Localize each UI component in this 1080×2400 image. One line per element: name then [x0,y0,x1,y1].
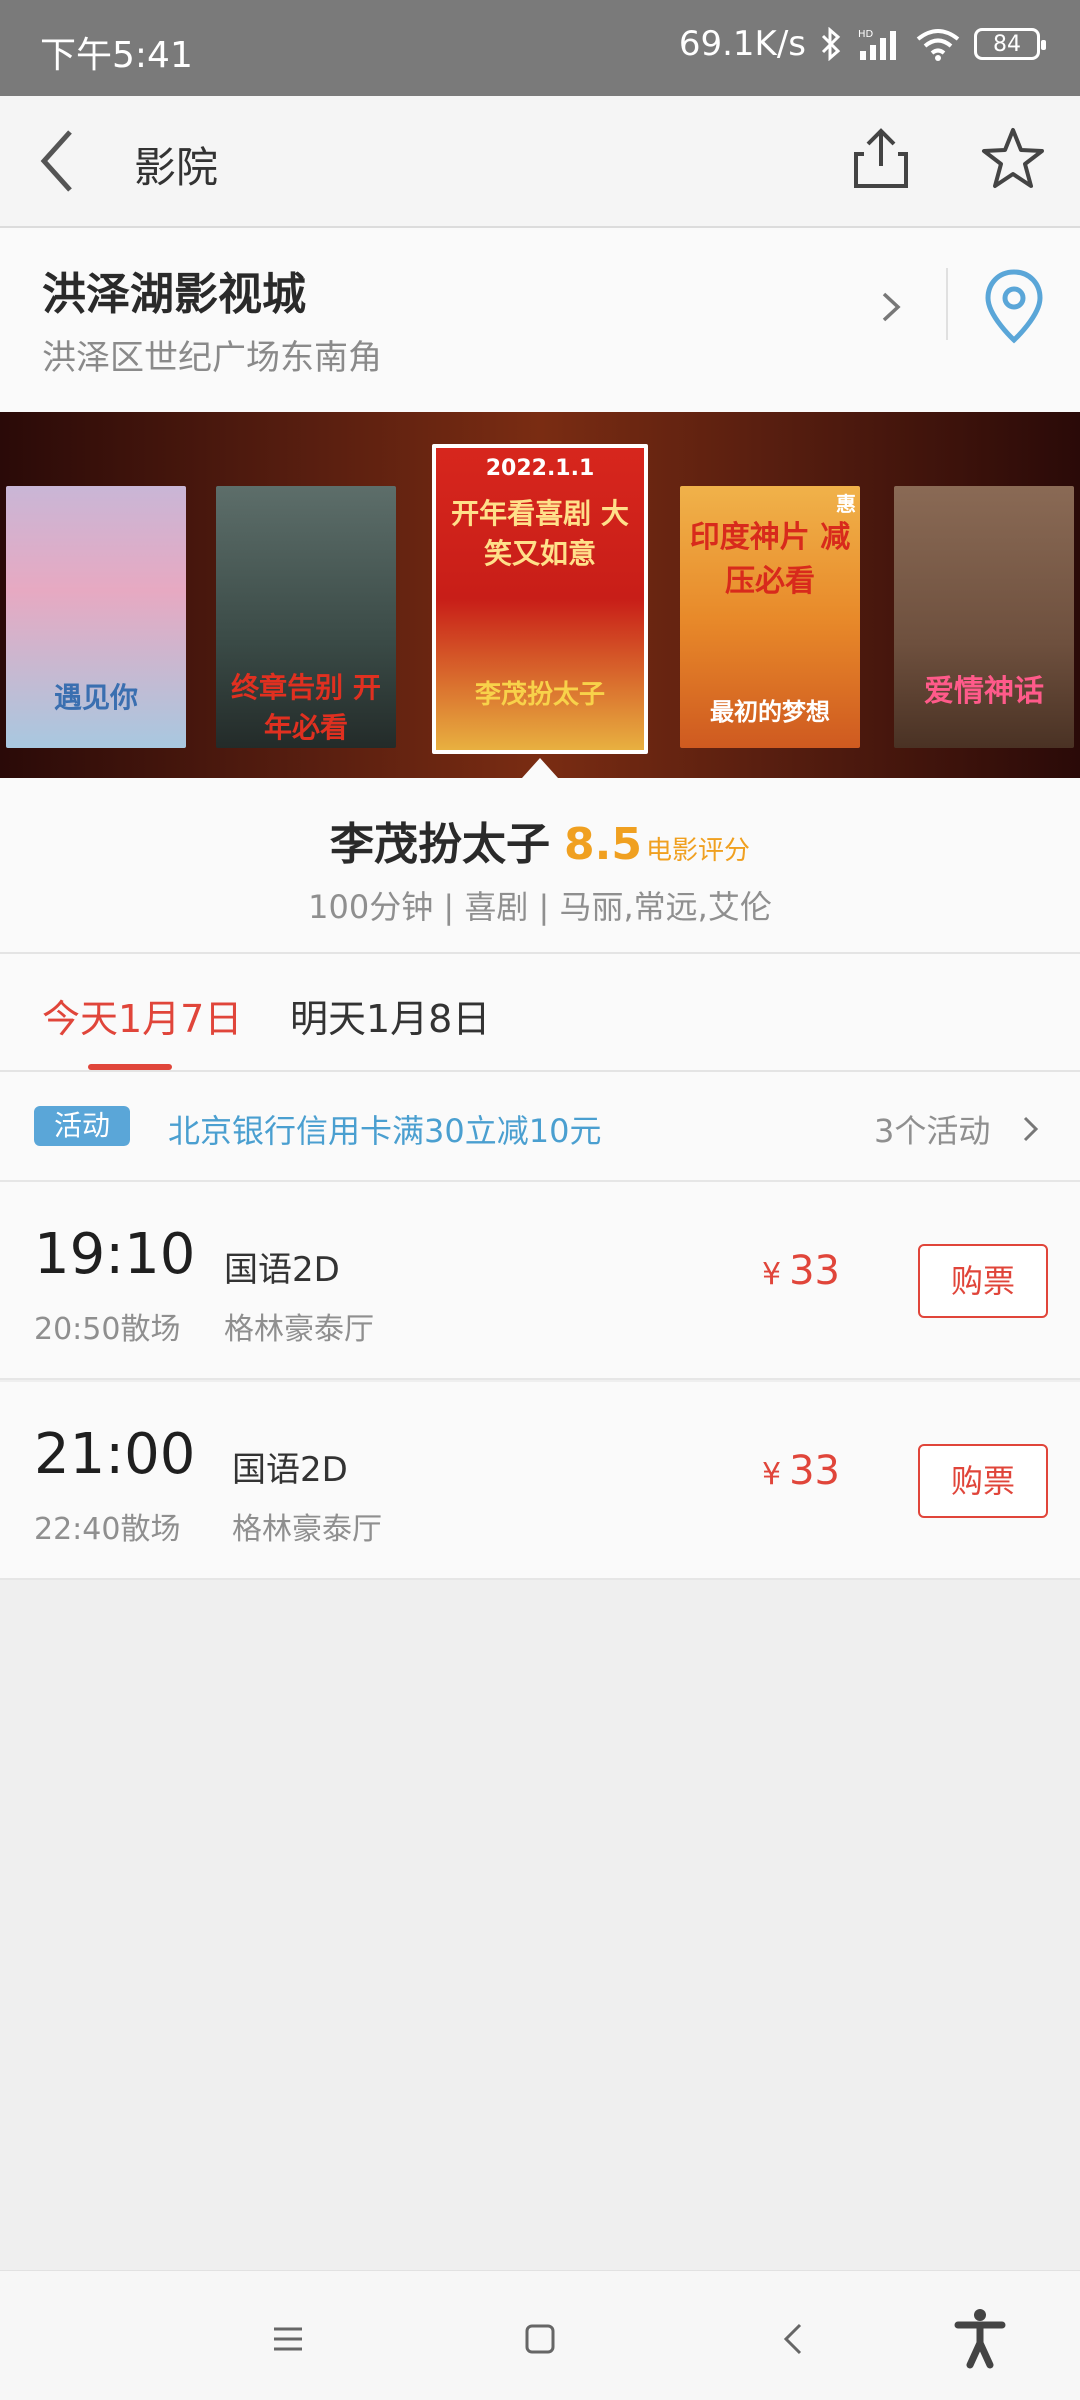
tab-today[interactable]: 今天1月7日 [42,988,242,1043]
svg-text:HD: HD [858,29,874,40]
price-value: 33 [789,1448,840,1494]
battery-level: 84 [993,31,1021,57]
system-nav-bar [0,2270,1080,2400]
status-icons: 69.1K/s HD 84 [678,24,1046,64]
accessibility-icon[interactable] [948,2305,1012,2369]
score-label: 电影评分 [645,836,750,866]
movie-poster-selected[interactable]: 2022.1.1 开年看喜剧 大笑又如意 李茂扮太子 [432,444,648,754]
divider [946,268,948,340]
movie-poster-carousel[interactable]: 遇见你 终章告别 开年必看 2022.1.1 开年看喜剧 大笑又如意 李茂扮太子… [0,412,1080,778]
back-icon[interactable] [764,2309,824,2369]
activity-badge: 活动 [34,1106,131,1146]
cinema-info[interactable]: 洪泽湖影视城 洪泽区世纪广场东南角 [0,228,1080,412]
network-speed: 69.1K/s [678,24,806,64]
poster-title: 印度神片 减压必看 [689,520,851,599]
price-value: 33 [789,1248,840,1294]
poster-subtitle: 最初的梦想 [710,698,830,726]
hall-name: 格林豪泰厅 [232,1512,382,1547]
ticket-price: ¥33 [762,1248,840,1294]
star-favorite-icon[interactable] [978,124,1048,194]
promotion-text[interactable]: 北京银行信用卡满30立减10元 [168,1106,601,1152]
end-time: 20:50散场 [34,1312,181,1347]
menu-icon[interactable] [258,2309,318,2369]
movie-title: 李茂扮太子 [330,819,551,870]
showtime-row[interactable]: 21:00 22:40散场 国语2D 格林豪泰厅 ¥33 购票 [0,1382,1080,1580]
poster-title: 遇见你 [53,681,138,714]
activity-count[interactable]: 3个活动 [874,1106,990,1152]
selected-caret [522,758,558,778]
location-pin-icon[interactable] [982,266,1046,346]
status-bar: 下午5:41 69.1K/s HD 84 [0,0,1080,96]
page-title: 影院 [134,143,219,192]
top-nav-bar: 影院 [0,96,1080,228]
poster-title: 开年看喜剧 大笑又如意 [451,497,629,570]
promotion-bar[interactable]: 活动 北京银行信用卡满30立减10元 3个活动 [0,1072,1080,1182]
home-icon[interactable] [510,2309,570,2369]
status-time: 下午5:41 [40,35,193,76]
poster-title: 终章告别 开年必看 [231,671,381,744]
movie-poster[interactable]: 终章告别 开年必看 [216,486,396,748]
chevron-right-icon[interactable] [876,282,906,332]
bluetooth-icon [821,27,841,61]
language-format: 国语2D [224,1250,340,1290]
cinema-name: 洪泽湖影视城 [42,269,306,320]
showtime-row[interactable]: 19:10 20:50散场 国语2D 格林豪泰厅 ¥33 购票 [0,1182,1080,1380]
movie-score: 8.5 [564,819,642,870]
cinema-address: 洪泽区世纪广场东南角 [42,338,382,378]
movie-poster[interactable]: 遇见你 [6,486,186,748]
buy-ticket-button[interactable]: 购票 [918,1244,1048,1318]
back-arrow-icon[interactable] [30,126,100,196]
movie-meta: 100分钟 | 喜剧 | 马丽,常远,艾伦 [308,888,772,926]
tab-underline [88,1064,172,1070]
end-time: 22:40散场 [34,1512,181,1547]
signal-icon: HD [858,29,896,60]
movie-poster[interactable]: 惠 印度神片 减压必看 最初的梦想 [680,486,860,748]
hall-name: 格林豪泰厅 [224,1312,374,1347]
currency-symbol: ¥ [762,1457,782,1492]
currency-symbol: ¥ [762,1257,782,1292]
movie-poster[interactable]: 爱情神话 [894,486,1074,748]
ticket-price: ¥33 [762,1448,840,1494]
tab-tomorrow[interactable]: 明天1月8日 [290,988,490,1043]
language-format: 国语2D [232,1450,348,1490]
battery-icon: 84 [974,28,1046,60]
poster-subtitle: 李茂扮太子 [474,680,605,710]
buy-ticket-button[interactable]: 购票 [918,1444,1048,1518]
movie-info: 李茂扮太子 8.5 电影评分 100分钟 | 喜剧 | 马丽,常远,艾伦 [0,778,1080,952]
chevron-right-icon[interactable] [1020,1112,1042,1146]
poster-date: 2022.1.1 [485,456,595,481]
start-time: 19:10 [34,1222,196,1287]
wifi-icon [916,29,960,61]
date-tabs: 今天1月7日 明天1月8日 [0,952,1080,1072]
poster-title: 爱情神话 [924,674,1044,709]
start-time: 21:00 [34,1422,196,1487]
share-icon[interactable] [846,124,916,194]
